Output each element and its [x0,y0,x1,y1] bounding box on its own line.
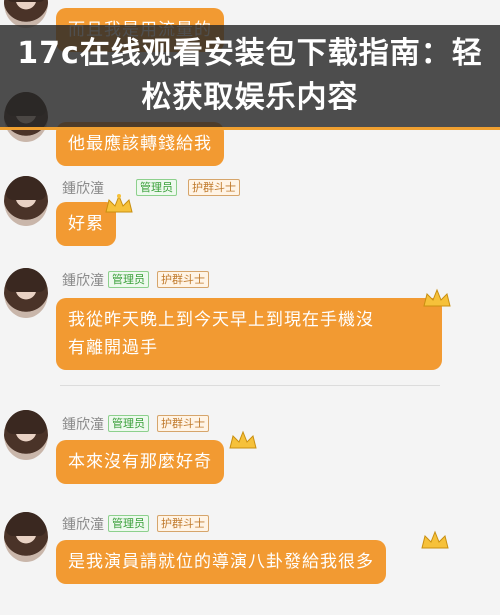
username: 鍾欣潼 [62,417,104,433]
level-badge: 护群斗士 [157,515,209,532]
chat-bubble[interactable]: 我從昨天晚上到今天早上到現在手機沒 有離開過手 [56,298,442,370]
avatar[interactable] [4,0,48,28]
username: 鍾欣潼 [62,273,104,289]
admin-badge: 管理员 [108,415,149,432]
message-text: 我從昨天晚上到今天早上到現在手機沒 [68,310,374,330]
level-badge: 护群斗士 [157,415,209,432]
headline-title: 17c在线观看安装包下载指南：轻松获取娱乐内容 [17,36,483,115]
avatar[interactable] [4,512,48,562]
crown-icon [423,288,451,307]
chat-bubble[interactable]: 本來沒有那麼好奇 [56,440,224,484]
message-text: 本來沒有那麼好奇 [68,452,212,472]
username: 鍾欣潼 [62,517,104,533]
admin-badge: 管理员 [136,179,177,196]
admin-badge: 管理员 [108,271,149,288]
username: 鍾欣潼 [62,181,104,197]
message-text: 是我演員請就位的導演八卦發給我很多 [68,552,374,572]
avatar[interactable] [4,176,48,226]
divider [60,385,440,386]
level-badge: 护群斗士 [188,179,240,196]
avatar[interactable] [4,268,48,318]
avatar[interactable] [4,410,48,460]
crown-icon [421,530,449,549]
crown-icon [105,194,133,213]
message-text: 有離開過手 [68,338,158,358]
admin-badge: 管理员 [108,515,149,532]
level-badge: 护群斗士 [157,271,209,288]
chat-bubble[interactable]: 是我演員請就位的導演八卦發給我很多 [56,540,386,584]
message-text: 好累 [68,214,104,234]
crown-icon [229,430,257,449]
message-text: 他最應該轉錢給我 [68,134,212,154]
